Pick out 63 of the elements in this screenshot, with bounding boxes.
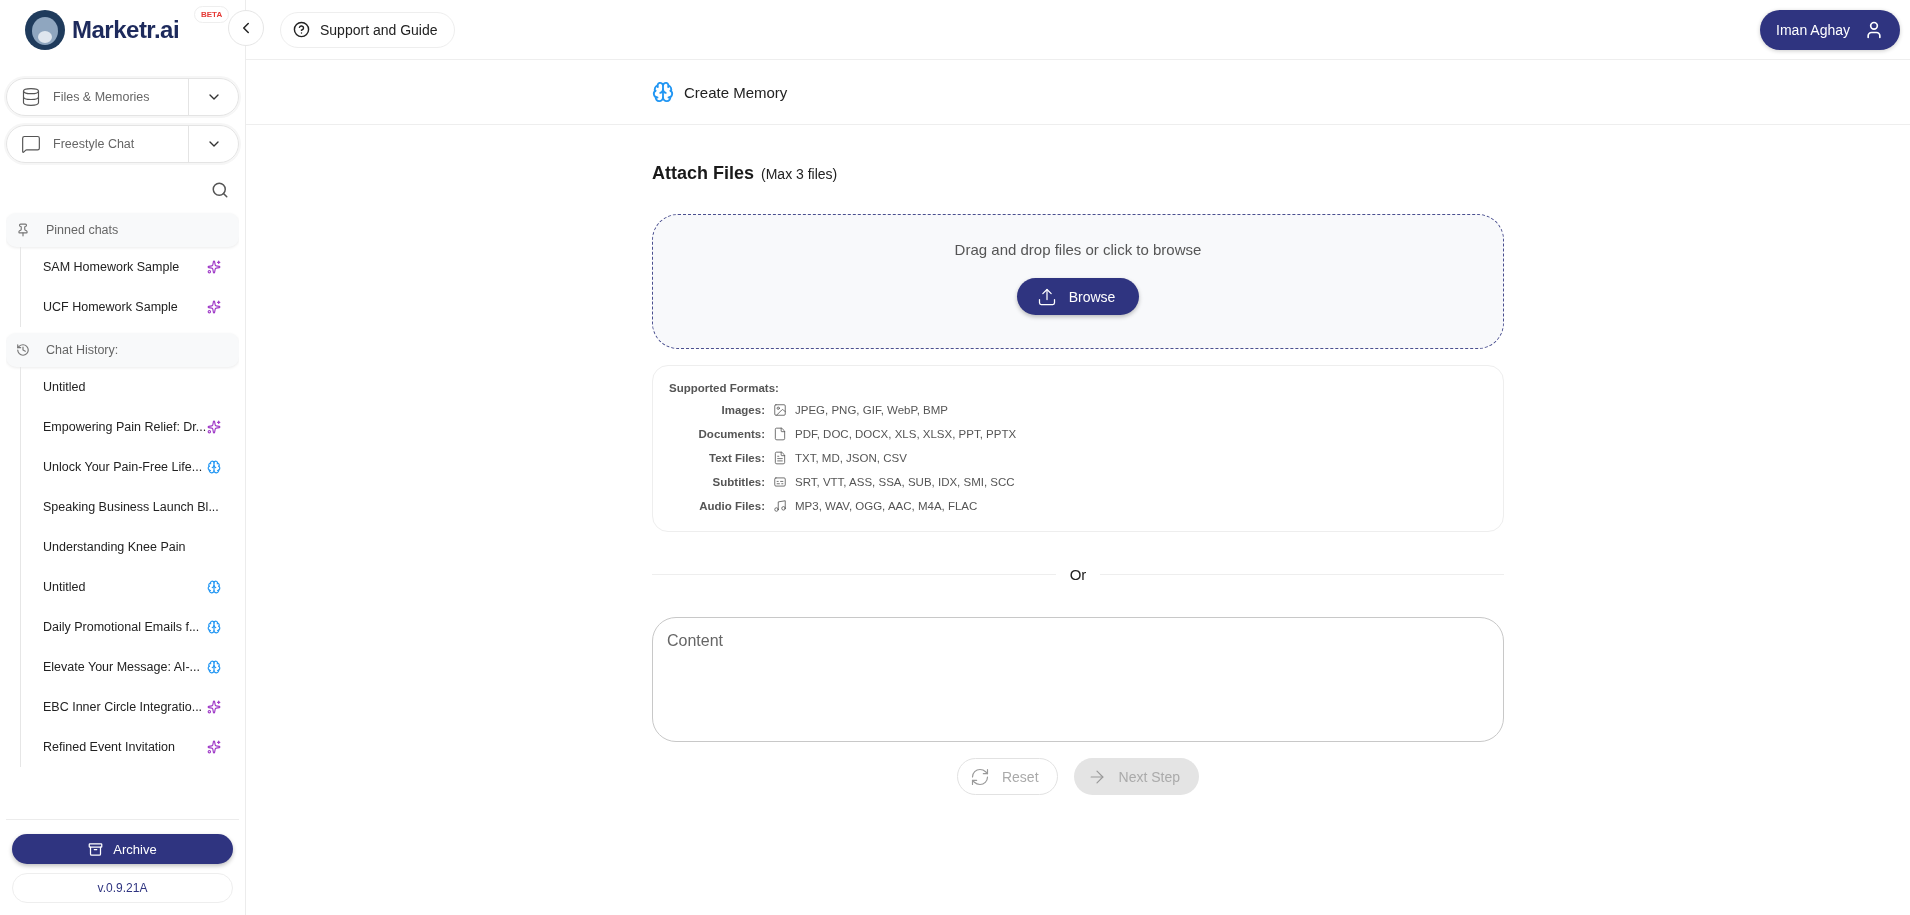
search-button[interactable] [211, 181, 229, 199]
chat-item[interactable]: EBC Inner Circle Integratio... [21, 687, 239, 727]
format-list: TXT, MD, JSON, CSV [795, 452, 1487, 464]
chat-item[interactable]: Refined Event Invitation [21, 727, 239, 767]
format-list: MP3, WAV, OGG, AAC, M4A, FLAC [795, 500, 1487, 512]
format-list: JPEG, PNG, GIF, WebP, BMP [795, 404, 1487, 416]
format-label: Audio Files: [698, 500, 765, 512]
chat-item[interactable]: Elevate Your Message: AI-... [21, 647, 239, 687]
chat-item[interactable]: Understanding Knee Pain [21, 527, 239, 567]
brand-name: Marketr.ai [72, 16, 180, 44]
sparkle-icon [207, 300, 221, 314]
search-icon [211, 181, 229, 199]
brain-icon [207, 620, 221, 634]
formats-title: Supported Formats: [669, 382, 780, 394]
user-button[interactable]: Iman Aghay [1760, 9, 1900, 50]
chat-item[interactable]: Empowering Pain Relief: Dr... [21, 407, 239, 447]
chat-item[interactable]: SAM Homework Sample [21, 247, 239, 287]
logo-icon [24, 9, 66, 51]
drop-hint: Drag and drop files or click to browse [954, 241, 1202, 258]
refresh-icon [969, 766, 990, 787]
format-label: Documents: [697, 428, 765, 440]
browse-button[interactable]: Browse [1016, 278, 1140, 315]
brain-icon [207, 460, 221, 474]
support-button[interactable]: Support and Guide [280, 11, 455, 48]
format-label: Images: [720, 404, 765, 416]
page-title: Create Memory [684, 83, 788, 101]
brain-icon [207, 580, 221, 594]
chat-item[interactable]: Unlock Your Pain-Free Life... [21, 447, 239, 487]
pin-icon [16, 223, 30, 237]
chat-item[interactable]: Speaking Business Launch Bl... [21, 487, 239, 527]
archive-icon [88, 841, 104, 857]
section-title: Pinned chats [46, 223, 119, 237]
brain-icon [207, 660, 221, 674]
sparkle-icon [207, 700, 221, 714]
database-icon [21, 87, 41, 107]
section-title: Attach Files [652, 163, 755, 184]
chat-item[interactable]: Untitled [21, 567, 239, 607]
sparkle-icon [207, 740, 221, 754]
archive-button[interactable]: Archive [12, 834, 233, 864]
nav-button[interactable]: Files & Memories [7, 79, 188, 115]
or-divider-label: Or [1069, 566, 1087, 583]
nav-button[interactable]: Freestyle Chat [7, 126, 188, 162]
content-field[interactable]: Content [652, 617, 1504, 742]
user-icon [1864, 19, 1884, 40]
section-title: Chat History: [46, 343, 119, 357]
beta-badge: BETA [194, 6, 230, 23]
sparkle-icon [207, 420, 221, 434]
format-label: Subtitles: [711, 476, 765, 488]
sparkle-icon [207, 260, 221, 274]
max-files-note: (Max 3 files) [761, 166, 838, 182]
brain-icon [652, 81, 674, 103]
format-list: SRT, VTT, ASS, SSA, SUB, IDX, SMI, SCC [795, 476, 1487, 488]
upload-icon [1036, 286, 1057, 307]
collapse-button[interactable] [228, 10, 264, 46]
chat-item[interactable]: UCF Homework Sample [21, 287, 239, 327]
format-label: Text Files: [707, 452, 765, 464]
chat-icon [21, 134, 41, 154]
format-list: PDF, DOC, DOCX, XLS, XLSX, PPT, PPTX [795, 428, 1487, 440]
help-icon [293, 21, 310, 38]
history-icon [16, 343, 30, 357]
chat-item[interactable]: Daily Promotional Emails f... [21, 607, 239, 647]
chat-item[interactable]: Untitled [21, 367, 239, 407]
drop-zone[interactable]: Drag and drop files or click to browse Browse [652, 214, 1504, 349]
